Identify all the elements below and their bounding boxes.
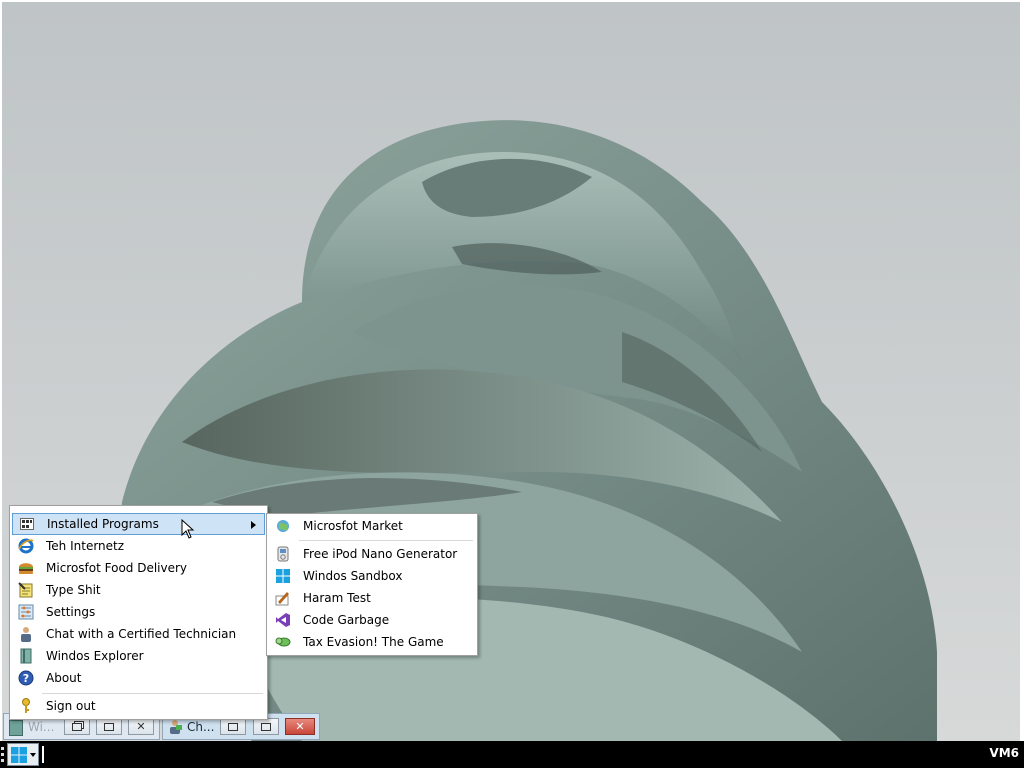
pen-paper-icon: [275, 590, 291, 606]
menu-item-sign-out[interactable]: Sign out: [12, 695, 265, 717]
menu-item-teh-internetz[interactable]: Teh Internetz: [12, 535, 265, 557]
menu-item-label: About: [46, 671, 82, 685]
start-button[interactable]: [7, 743, 39, 766]
start-menu: Installed Programs Teh Internetz Microsf…: [9, 505, 268, 720]
menu-separator: [299, 540, 473, 541]
installed-programs-submenu: Microsfot Market Free iPod Nano Generato…: [266, 513, 478, 656]
key-icon: [18, 698, 34, 714]
submenu-item-ipod-generator[interactable]: Free iPod Nano Generator: [269, 543, 475, 565]
minimize-icon: [104, 722, 114, 731]
taskbar-grip-icon[interactable]: [1, 746, 5, 763]
taskbar-window-title: Wi...: [28, 720, 55, 734]
submenu-item-label: Windos Sandbox: [303, 569, 403, 583]
technician-icon: [18, 626, 34, 642]
submenu-item-microsfot-market[interactable]: Microsfot Market: [269, 515, 475, 537]
restore-button[interactable]: [220, 718, 246, 735]
menu-item-label: Settings: [46, 605, 96, 619]
menu-item-label: Installed Programs: [47, 517, 159, 531]
close-button[interactable]: ✕: [128, 718, 154, 735]
windows-logo-icon: [11, 747, 27, 763]
technician-icon: [168, 719, 182, 734]
menu-item-type-shit[interactable]: Type Shit: [12, 579, 265, 601]
menu-item-label: Windos Explorer: [46, 649, 144, 663]
submenu-item-label: Tax Evasion! The Game: [303, 635, 444, 649]
internet-explorer-icon: [18, 538, 34, 554]
menu-item-label: Microsfot Food Delivery: [46, 561, 188, 575]
submenu-item-label: Haram Test: [303, 591, 371, 605]
submenu-item-code-garbage[interactable]: Code Garbage: [269, 609, 475, 631]
windows-logo-icon: [275, 568, 291, 584]
restore-icon: [228, 722, 238, 731]
submenu-item-label: Code Garbage: [303, 613, 390, 627]
menu-item-about[interactable]: ? About: [12, 667, 265, 689]
restore-button[interactable]: [64, 718, 90, 735]
mouse-cursor-icon: [181, 519, 195, 539]
explorer-book-icon: [18, 648, 34, 664]
close-button[interactable]: ✕: [285, 718, 315, 735]
ipod-icon: [275, 546, 291, 562]
minimize-button[interactable]: [253, 718, 279, 735]
restore-icon: [72, 722, 82, 731]
money-icon: [275, 634, 291, 650]
close-icon: ✕: [136, 720, 146, 733]
menu-item-installed-programs[interactable]: Installed Programs: [12, 513, 265, 535]
burger-icon: [18, 560, 34, 576]
menu-item-label: Chat with a Certified Technician: [46, 627, 237, 641]
market-icon: [275, 518, 291, 534]
menu-item-chat-technician[interactable]: Chat with a Certified Technician: [12, 623, 265, 645]
svg-text:?: ?: [23, 672, 29, 685]
notepad-icon: [18, 582, 34, 598]
taskbar-window-title: Ch...: [187, 720, 215, 734]
menu-item-label: Type Shit: [46, 583, 101, 597]
menu-item-label: Sign out: [46, 699, 96, 713]
submenu-arrow-icon: [251, 521, 256, 529]
programs-grid-icon: [19, 516, 35, 532]
submenu-item-label: Free iPod Nano Generator: [303, 547, 458, 561]
menu-separator: [42, 693, 263, 694]
close-icon: ✕: [295, 720, 305, 733]
menu-item-food-delivery[interactable]: Microsfot Food Delivery: [12, 557, 265, 579]
settings-icon: [18, 604, 34, 620]
chevron-down-icon: [30, 753, 36, 757]
submenu-item-haram-test[interactable]: Haram Test: [269, 587, 475, 609]
visual-studio-icon: [275, 612, 291, 628]
submenu-item-windos-sandbox[interactable]: Windos Sandbox: [269, 565, 475, 587]
minimize-button[interactable]: [96, 718, 122, 735]
minimize-icon: [261, 722, 271, 731]
system-label: VM6: [989, 746, 1019, 760]
help-icon: ?: [18, 670, 34, 686]
submenu-item-label: Microsfot Market: [303, 519, 403, 533]
menu-item-label: Teh Internetz: [46, 539, 125, 553]
menu-item-settings[interactable]: Settings: [12, 601, 265, 623]
menu-item-windos-explorer[interactable]: Windos Explorer: [12, 645, 265, 667]
run-input[interactable]: [42, 746, 44, 763]
taskbar: VM6: [0, 741, 1024, 768]
explorer-book-icon: [9, 720, 23, 736]
submenu-item-tax-evasion[interactable]: Tax Evasion! The Game: [269, 631, 475, 653]
